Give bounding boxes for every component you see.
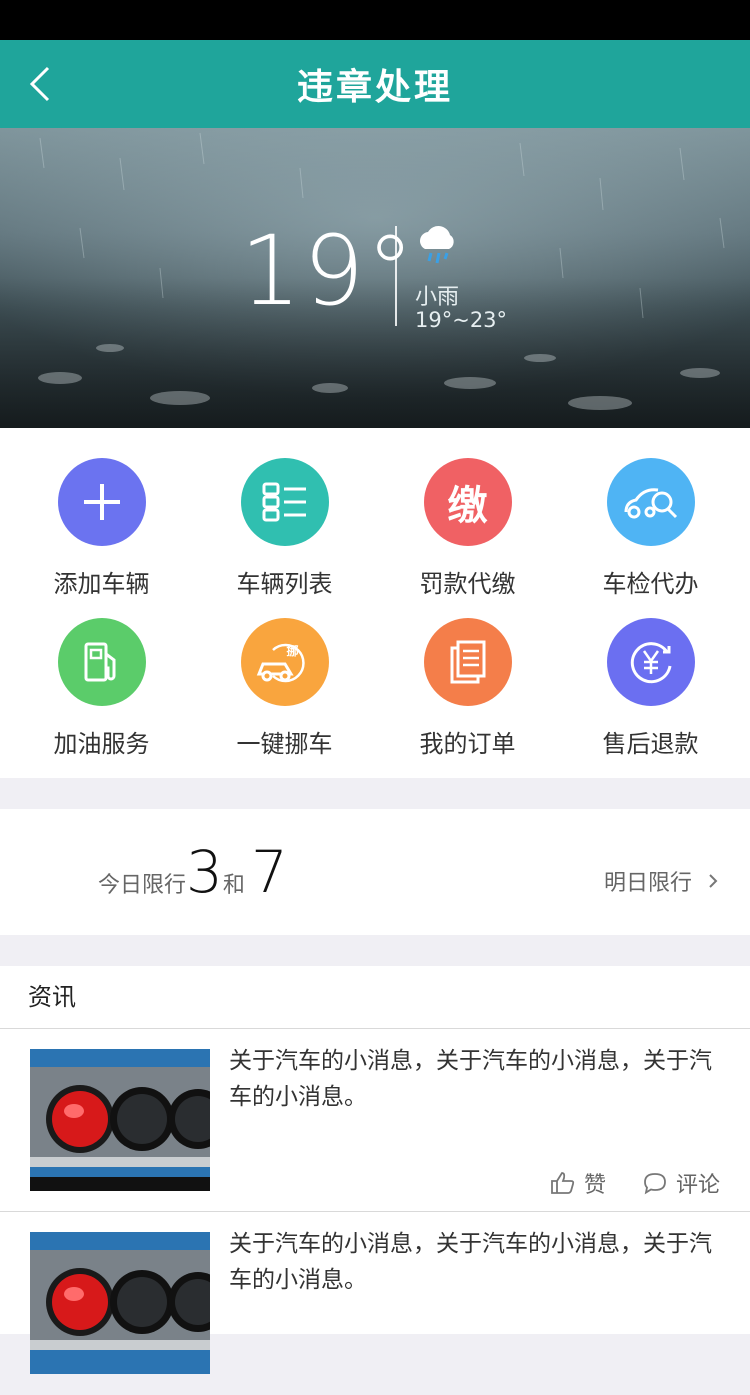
news-actions: 赞 评论 xyxy=(550,1167,720,1199)
traffic-restriction-panel: 今日限行 3 和 7 明日限行 xyxy=(0,809,750,935)
grid-item-move-car[interactable]: 挪 一键挪车 xyxy=(191,588,378,758)
service-grid: 添加车辆 车辆列表 缴 罚款代缴 车检代办 加油服务 挪 一键挪车 我的订单 售… xyxy=(0,428,750,778)
pay-icon: 缴 xyxy=(423,458,512,546)
weather-description: 小雨 xyxy=(415,285,460,310)
news-item[interactable]: 关于汽车的小消息，关于汽车的小消息，关于汽车的小消息。 xyxy=(0,1212,750,1395)
fuel-pump-icon xyxy=(57,618,146,706)
grid-label: 售后退款 xyxy=(602,730,699,758)
traffic-light-image xyxy=(30,1232,210,1374)
grid-item-inspection[interactable]: 车检代办 xyxy=(557,428,744,598)
order-doc-icon xyxy=(423,618,512,706)
like-label: 赞 xyxy=(583,1173,606,1198)
news-section-title: 资讯 xyxy=(0,966,750,1029)
like-button[interactable]: 赞 xyxy=(550,1167,606,1199)
grid-item-my-orders[interactable]: 我的订单 xyxy=(374,588,561,758)
tomorrow-restriction-link[interactable]: 明日限行 xyxy=(604,865,722,897)
today-restriction-label: 今日限行 xyxy=(98,873,187,898)
weather-banner: 19° 小雨 19°~23° xyxy=(0,128,750,428)
and-label: 和 xyxy=(222,873,245,898)
comment-label: 评论 xyxy=(675,1173,720,1198)
grid-item-add-vehicle[interactable]: 添加车辆 xyxy=(8,428,195,598)
restricted-number-1: 3 xyxy=(186,838,223,906)
refund-yen-icon xyxy=(606,618,695,706)
news-summary: 关于汽车的小消息，关于汽车的小消息，关于汽车的小消息。 xyxy=(229,1048,712,1110)
chevron-right-icon xyxy=(709,874,718,888)
weather-divider xyxy=(395,226,397,326)
news-section: 资讯 关于汽车的小消息，关于汽车的小消息，关于汽车的小消息。 赞 评论 关于汽车… xyxy=(0,966,750,1374)
plus-icon xyxy=(57,458,146,546)
restricted-number-2: 7 xyxy=(250,838,288,906)
news-item[interactable]: 关于汽车的小消息，关于汽车的小消息，关于汽车的小消息。 赞 评论 xyxy=(0,1029,750,1212)
status-bar xyxy=(0,0,750,40)
car-inspect-icon xyxy=(606,458,695,546)
grid-item-vehicle-list[interactable]: 车辆列表 xyxy=(191,428,378,598)
comment-icon xyxy=(644,1173,666,1195)
today-restriction: 今日限行 3 和 7 xyxy=(98,843,288,901)
thumbs-up-icon xyxy=(551,1172,575,1194)
grid-item-fuel-service[interactable]: 加油服务 xyxy=(8,588,195,758)
nav-bar: 违章处理 xyxy=(0,40,750,128)
grid-label: 一键挪车 xyxy=(236,730,333,758)
move-car-icon: 挪 xyxy=(240,618,329,706)
grid-label: 加油服务 xyxy=(53,730,150,758)
grid-item-refund[interactable]: 售后退款 xyxy=(557,588,744,758)
light-rain-icon xyxy=(420,226,454,264)
traffic-light-image xyxy=(30,1049,210,1191)
comment-button[interactable]: 评论 xyxy=(642,1167,720,1199)
tomorrow-restriction-label: 明日限行 xyxy=(603,871,692,896)
temperature: 19° xyxy=(240,215,417,327)
grid-label: 我的订单 xyxy=(419,730,516,758)
page-title: 违章处理 xyxy=(296,67,453,108)
list-icon xyxy=(240,458,329,546)
back-button[interactable] xyxy=(22,62,62,106)
news-summary: 关于汽车的小消息，关于汽车的小消息，关于汽车的小消息。 xyxy=(229,1231,712,1293)
grid-item-fine-payment[interactable]: 缴 罚款代缴 xyxy=(374,428,561,598)
temperature-range: 19°~23° xyxy=(415,308,508,332)
